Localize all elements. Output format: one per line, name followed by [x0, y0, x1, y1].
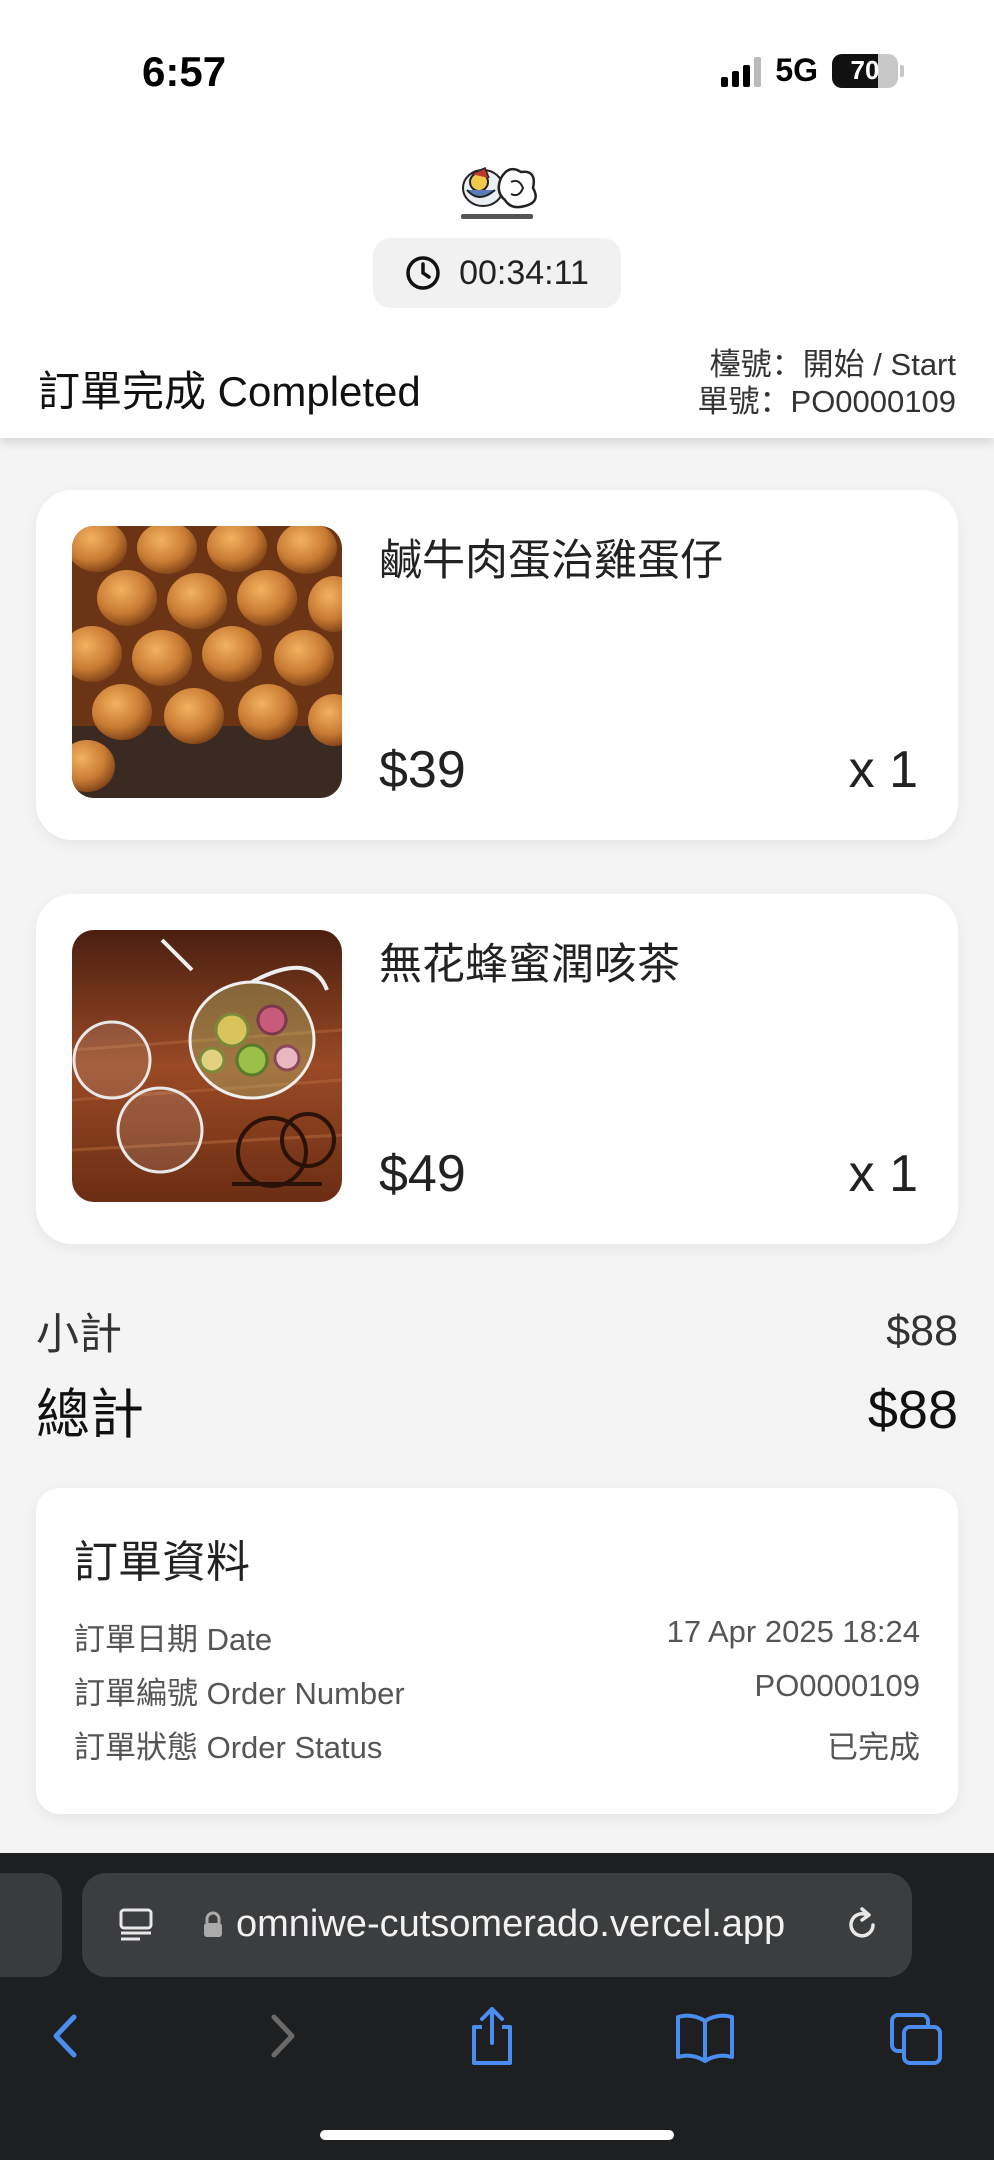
order-date-row: 訂單日期 Date 17 Apr 2025 18:24 [74, 1614, 920, 1659]
browser-chrome: omniwe-cutsomerado.vercel.app [0, 1853, 994, 2160]
status-bar: 6:57 5G 70 [0, 0, 994, 140]
order-status-row: 訂單狀態 Order Status 已完成 [74, 1722, 920, 1767]
order-number-value: PO0000109 [754, 1668, 920, 1703]
previous-tab[interactable] [0, 1873, 62, 1977]
item-name: 鹹牛肉蛋治雞蛋仔 [379, 537, 723, 585]
item-price: $39 [379, 741, 466, 799]
bookmarks-icon[interactable] [674, 2011, 736, 2063]
browser-toolbar [0, 2007, 994, 2091]
total-value: $88 [867, 1379, 958, 1440]
subtotal-value: $88 [886, 1306, 958, 1355]
signal-icon [721, 55, 762, 87]
total-label: 總計 [36, 1385, 144, 1445]
url-text[interactable]: omniwe-cutsomerado.vercel.app [236, 1903, 836, 1946]
clock-icon [406, 256, 440, 290]
item-name: 無花蜂蜜潤咳茶 [379, 941, 680, 989]
share-icon[interactable] [466, 2005, 518, 2067]
table-number: 檯號：開始 / Start [709, 347, 956, 382]
tabs-icon[interactable] [888, 2011, 944, 2067]
order-number-row: 訂單編號 Order Number PO0000109 [74, 1668, 920, 1713]
order-item-card[interactable]: 鹹牛肉蛋治雞蛋仔 $39 x 1 [36, 490, 958, 840]
brand-logo [461, 167, 537, 219]
product-image-egg-waffle [72, 526, 342, 798]
total-row: 總計 $88 [36, 1370, 958, 1449]
order-date-value: 17 Apr 2025 18:24 [666, 1614, 920, 1649]
battery-icon: 70 [832, 53, 898, 88]
order-number: 單號：PO0000109 [697, 384, 956, 419]
lock-icon [204, 1911, 222, 1937]
reload-icon[interactable] [842, 1905, 882, 1945]
reader-mode-icon[interactable] [118, 1907, 154, 1943]
subtotal-row: 小計 $88 [36, 1300, 958, 1362]
order-item-card[interactable]: 無花蜂蜜潤咳茶 $49 x 1 [36, 894, 958, 1244]
order-status-title: 訂單完成 Completed [38, 368, 421, 415]
network-type: 5G [775, 52, 818, 88]
item-quantity: x 1 [848, 1145, 918, 1203]
order-info-card: 訂單資料 訂單日期 Date 17 Apr 2025 18:24 訂單編號 Or… [36, 1488, 958, 1814]
home-indicator[interactable] [320, 2130, 674, 2140]
item-price: $49 [379, 1145, 466, 1203]
battery-tip [900, 64, 904, 77]
status-time: 6:57 [142, 48, 227, 95]
status-indicators: 5G 70 [721, 52, 904, 89]
battery-percent: 70 [850, 55, 880, 85]
order-status-label: 訂單狀態 Order Status [74, 1730, 383, 1765]
order-meta: 檯號：開始 / Start 單號：PO0000109 [698, 346, 956, 420]
subtotal-label: 小計 [36, 1311, 122, 1359]
back-icon[interactable] [46, 2011, 86, 2061]
order-status-value: 已完成 [827, 1730, 920, 1765]
order-date-label: 訂單日期 Date [74, 1622, 273, 1657]
page-header: 00:34:11 訂單完成 Completed 檯號：開始 / Start 單號… [0, 140, 994, 438]
address-bar[interactable]: omniwe-cutsomerado.vercel.app [82, 1873, 912, 1977]
order-number-label: 訂單編號 Order Number [74, 1676, 405, 1711]
forward-icon[interactable] [262, 2011, 302, 2061]
product-image-fig-honey-tea [72, 930, 342, 1202]
elapsed-timer: 00:34:11 [373, 238, 621, 308]
timer-value: 00:34:11 [459, 253, 589, 292]
order-info-title: 訂單資料 [74, 1538, 250, 1587]
item-quantity: x 1 [848, 741, 918, 799]
